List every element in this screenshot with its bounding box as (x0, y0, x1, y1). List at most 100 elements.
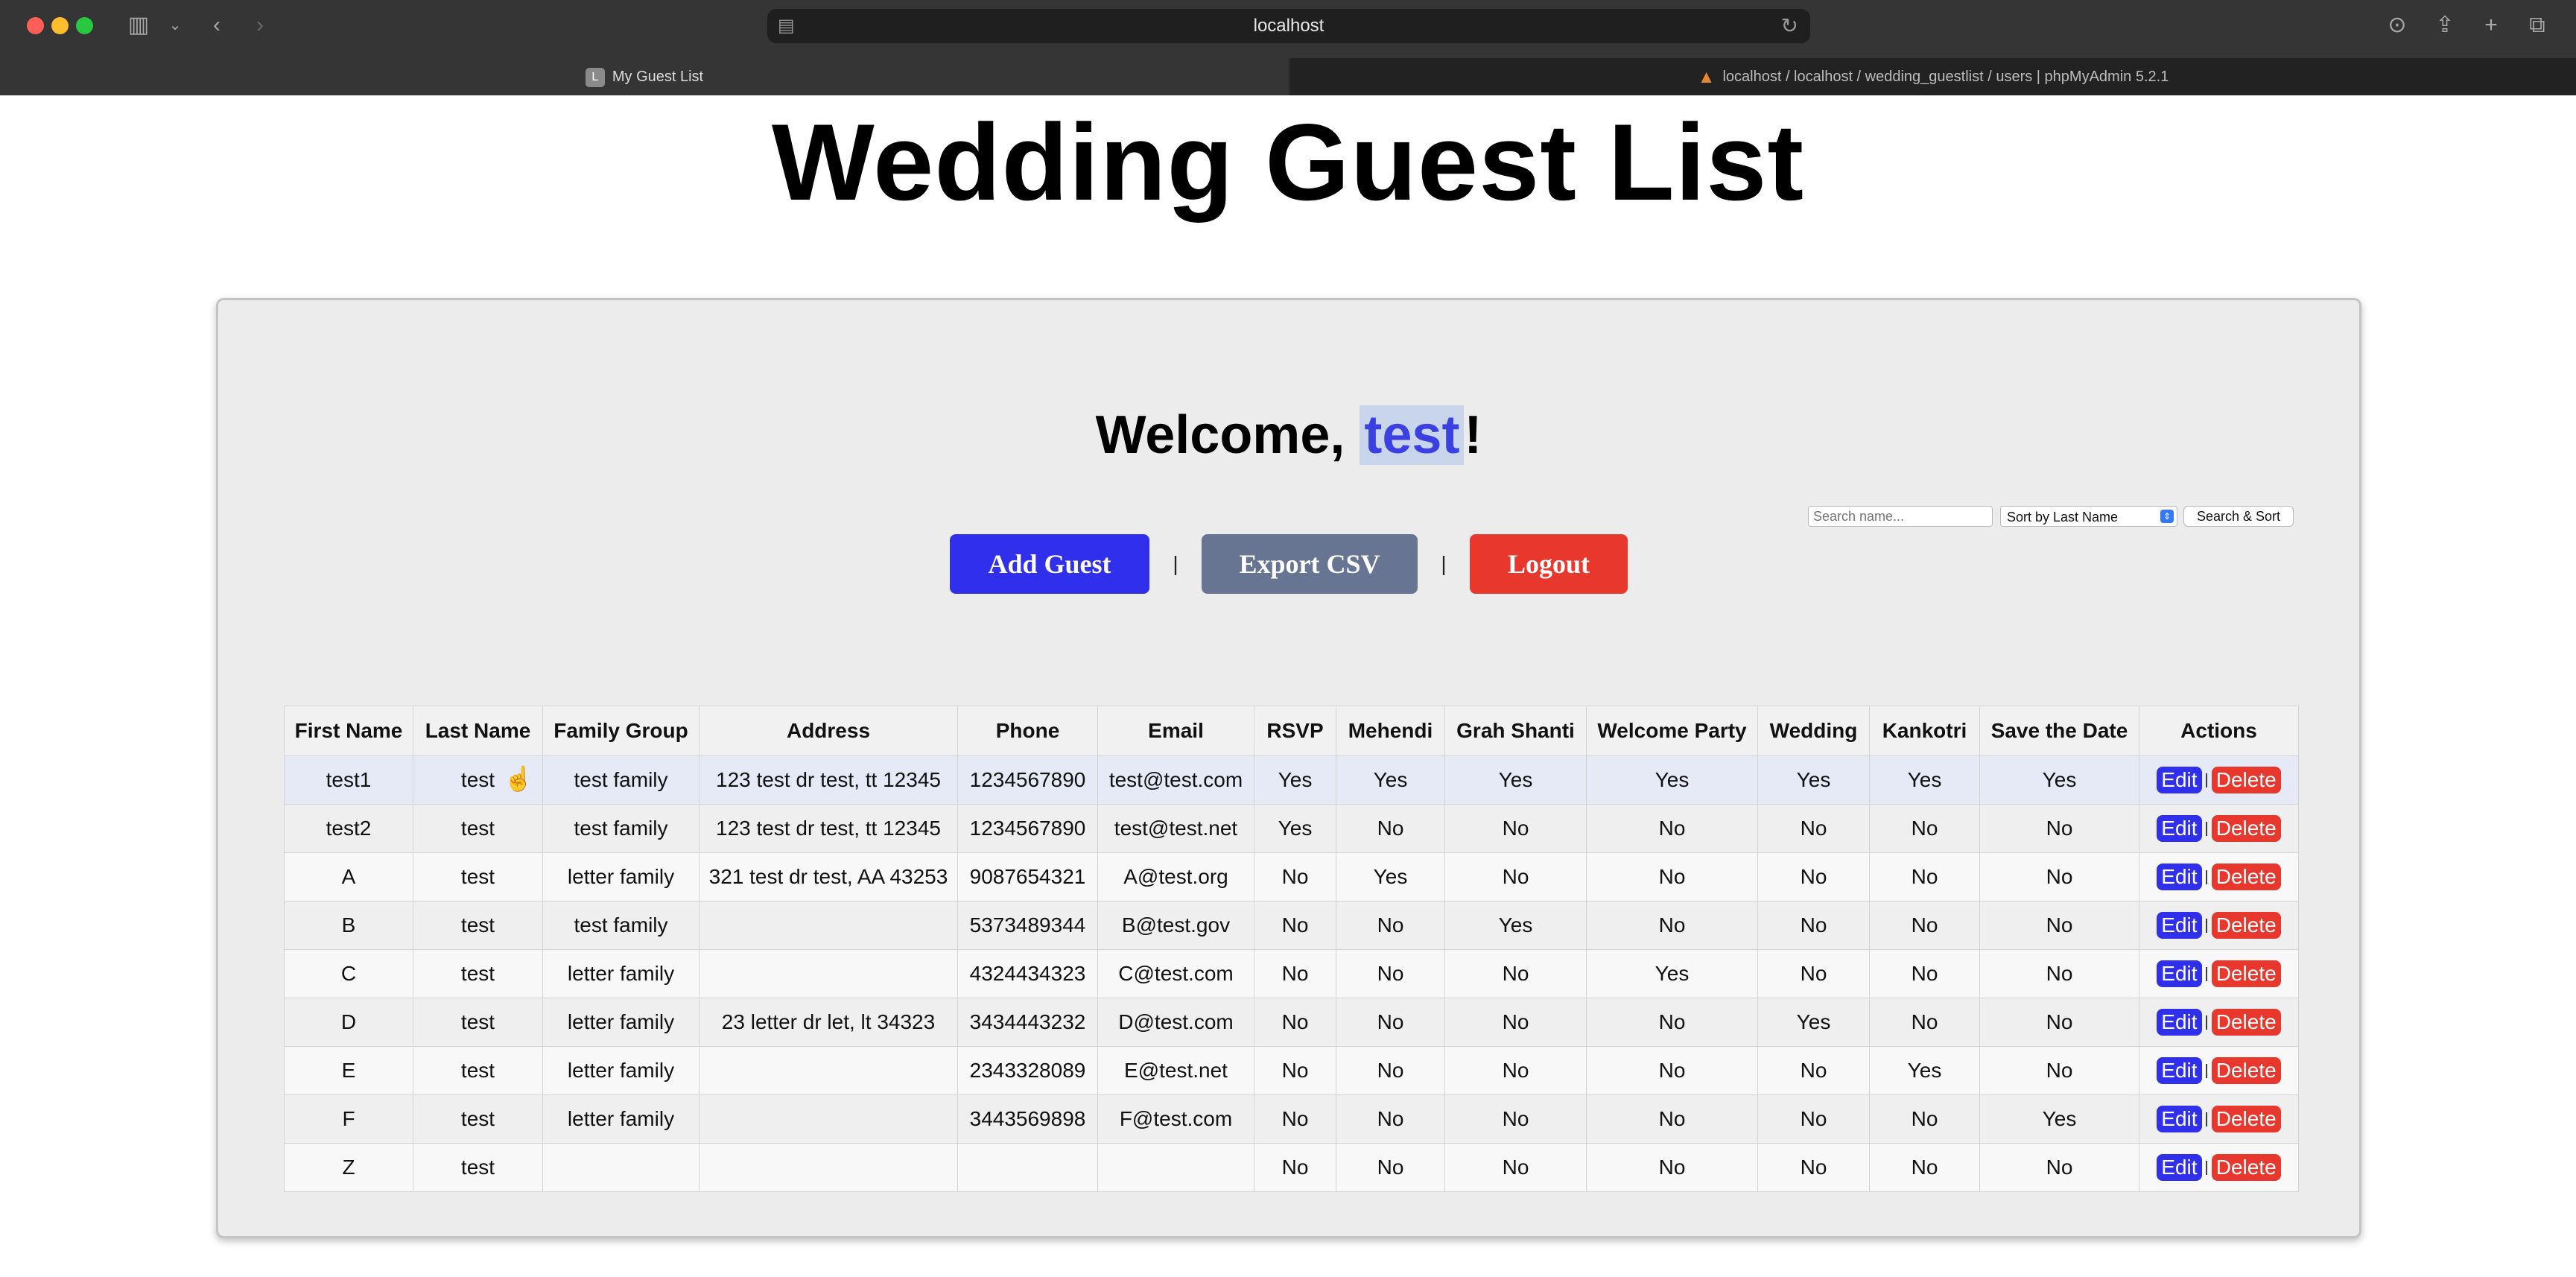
delete-button[interactable]: Delete (2211, 1009, 2281, 1036)
table-cell: 321 test dr test, AA 43253 (699, 852, 958, 901)
back-icon[interactable]: ‹ (206, 10, 228, 40)
table-cell: No (1336, 1094, 1445, 1144)
column-header: Kankotri (1869, 706, 1980, 756)
downloads-icon[interactable]: ⊙ (2382, 10, 2412, 40)
separator: | (2204, 916, 2209, 934)
delete-button[interactable]: Delete (2211, 815, 2281, 842)
table-cell: No (1586, 1094, 1758, 1144)
edit-button[interactable]: Edit (2157, 1009, 2202, 1036)
table-cell (699, 1143, 958, 1192)
delete-button[interactable]: Delete (2211, 767, 2281, 793)
row-actions: Edit | Delete (2139, 1143, 2299, 1192)
column-header: Grah Shanti (1444, 706, 1587, 756)
share-icon[interactable]: ⇪ (2430, 10, 2460, 40)
table-cell: test (413, 1046, 543, 1095)
delete-button[interactable]: Delete (2211, 912, 2281, 939)
tab-my-guest-list[interactable]: L My Guest List (0, 58, 1289, 95)
table-cell: test2 (284, 804, 413, 853)
table-cell: letter family (542, 1094, 699, 1144)
edit-button[interactable]: Edit (2157, 767, 2202, 793)
table-cell: No (1757, 1094, 1870, 1144)
tab-overview-icon[interactable]: ⧉ (2522, 10, 2552, 40)
table-row: test2 test test family 123 test dr test, tt… (284, 804, 2299, 853)
address-bar[interactable]: ▤ localhost ↻ (767, 9, 1810, 43)
search-sort-button[interactable]: Search & Sort (2183, 506, 2294, 527)
edit-button[interactable]: Edit (2157, 1154, 2202, 1181)
table-cell: test (413, 1143, 543, 1192)
delete-button[interactable]: Delete (2211, 960, 2281, 987)
edit-button[interactable]: Edit (2157, 1106, 2202, 1132)
table-row: test1 test test family 123 test dr test, tt… (284, 755, 2299, 805)
table-cell: No (1254, 852, 1336, 901)
row-actions: Edit | Delete (2139, 949, 2299, 998)
table-cell: No (1979, 1143, 2139, 1192)
table-cell (699, 1046, 958, 1095)
table-cell: Yes (1254, 804, 1336, 853)
edit-button[interactable]: Edit (2157, 815, 2202, 842)
add-guest-button[interactable]: Add Guest (950, 534, 1149, 594)
export-csv-button[interactable]: Export CSV (1202, 534, 1418, 594)
delete-button[interactable]: Delete (2211, 1057, 2281, 1084)
table-cell: No (1979, 804, 2139, 853)
sort-select[interactable]: Sort by Last Name ⇕ (2000, 506, 2177, 527)
table-cell: Yes (1869, 1046, 1980, 1095)
forward-icon[interactable]: › (249, 10, 271, 40)
table-cell (699, 949, 958, 998)
edit-button[interactable]: Edit (2157, 960, 2202, 987)
reload-icon[interactable]: ↻ (1781, 9, 1798, 43)
welcome-suffix: ! (1464, 405, 1482, 465)
table-cell: No (1869, 949, 1980, 998)
sort-select-value: Sort by Last Name (2007, 510, 2119, 525)
table-cell: B (284, 901, 413, 950)
separator: | (2204, 771, 2209, 788)
table-cell: No (1869, 804, 1980, 853)
table-cell: Yes (1444, 901, 1587, 950)
table-cell (542, 1143, 699, 1192)
table-cell: Yes (1869, 755, 1980, 805)
table-cell: No (1979, 1046, 2139, 1095)
table-cell: No (1979, 901, 2139, 950)
table-cell: No (1586, 852, 1758, 901)
table-cell: No (1444, 852, 1587, 901)
table-cell: Z (284, 1143, 413, 1192)
browser-chrome: ▥ ⌄ ‹ › ▤ localhost ↻ ⊙ ⇪ + ⧉ L My Guest … (0, 0, 2576, 95)
table-cell: No (1336, 901, 1445, 950)
delete-button[interactable]: Delete (2211, 1154, 2281, 1181)
tab-label: localhost / localhost / wedding_guestlis… (1722, 69, 2169, 85)
table-cell: No (1444, 1046, 1587, 1095)
table-cell: No (1336, 1143, 1445, 1192)
edit-button[interactable]: Edit (2157, 1057, 2202, 1084)
table-cell: test@test.com (1097, 755, 1254, 805)
row-actions: Edit | Delete (2139, 998, 2299, 1047)
table-cell: No (1254, 1094, 1336, 1144)
zoom-window-button[interactable] (76, 17, 93, 34)
separator: | (1173, 552, 1178, 575)
separator: | (2204, 965, 2209, 982)
page-settings-icon[interactable]: ▤ (778, 9, 795, 43)
table-cell: No (1979, 998, 2139, 1047)
table-cell: D (284, 998, 413, 1047)
delete-button[interactable]: Delete (2211, 864, 2281, 890)
chevron-down-icon[interactable]: ⌄ (165, 10, 185, 40)
close-window-button[interactable] (27, 17, 44, 34)
table-cell: No (1254, 949, 1336, 998)
delete-button[interactable]: Delete (2211, 1106, 2281, 1132)
table-cell: No (1869, 1143, 1980, 1192)
tab-phpmyadmin[interactable]: ▲ localhost / localhost / wedding_guestli… (1290, 58, 2576, 95)
column-header: Save the Date (1979, 706, 2139, 756)
table-cell: Yes (1757, 755, 1870, 805)
separator: | (2204, 1110, 2209, 1127)
new-tab-icon[interactable]: + (2476, 10, 2506, 40)
table-cell: C@test.com (1097, 949, 1254, 998)
logout-button[interactable]: Logout (1470, 534, 1628, 594)
edit-button[interactable]: Edit (2157, 912, 2202, 939)
sidebar-icon[interactable]: ▥ (124, 10, 153, 40)
search-input[interactable] (1808, 506, 1993, 527)
table-cell: No (1757, 804, 1870, 853)
guest-table: First Name Last Name Family Group Address Ph… (284, 706, 2299, 1192)
minimize-window-button[interactable] (51, 17, 69, 34)
table-cell: test1 (284, 755, 413, 805)
separator: | (1441, 552, 1447, 575)
table-cell: 1234567890 (957, 804, 1098, 853)
edit-button[interactable]: Edit (2157, 864, 2202, 890)
